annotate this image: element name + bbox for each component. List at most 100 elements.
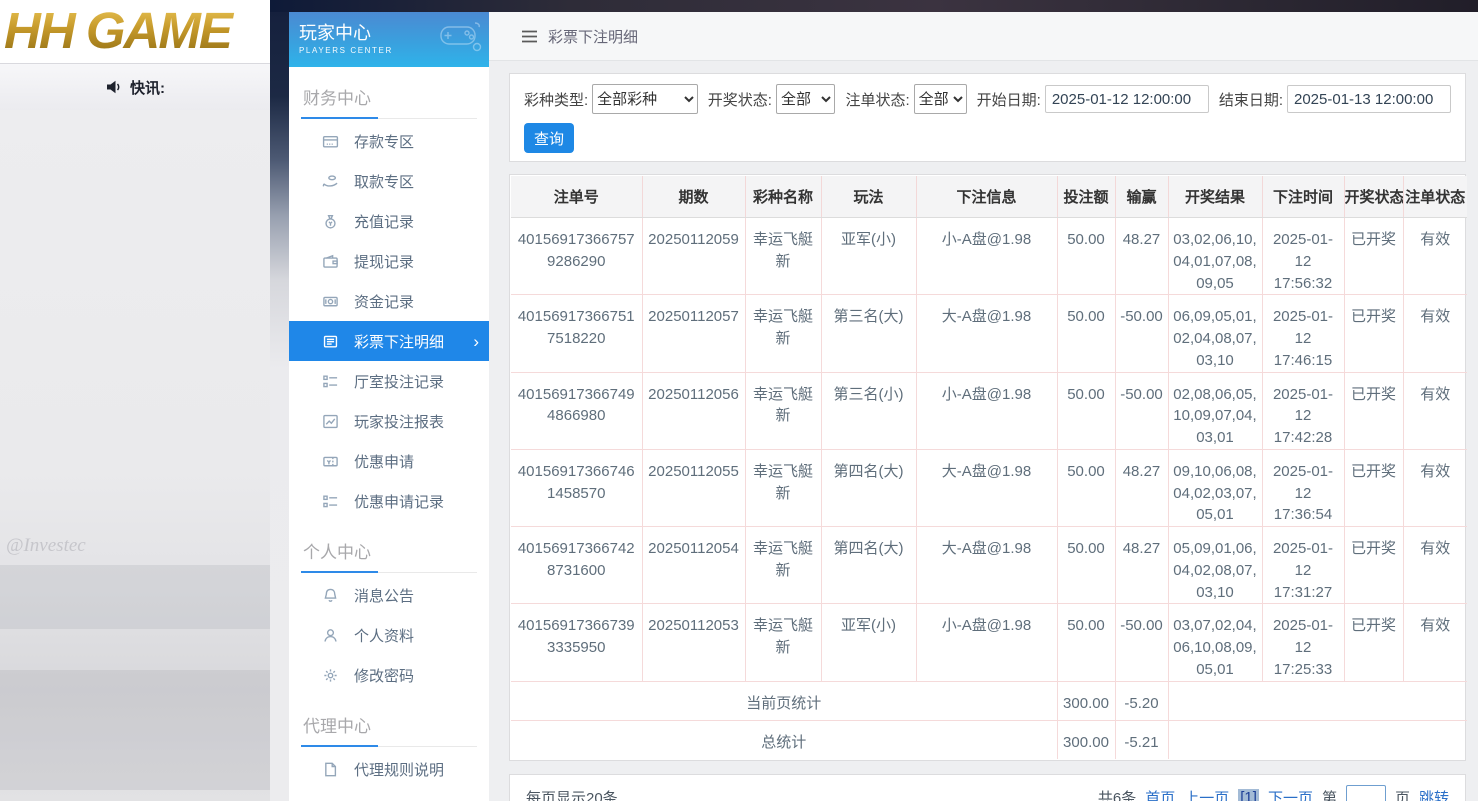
main-panel: 彩票下注明细 彩种类型: 全部彩种 开奖状态: 全部 注单状态: 全部	[489, 12, 1478, 801]
prev-page-link[interactable]: 上一页	[1184, 787, 1229, 801]
end-date-label: 结束日期:	[1219, 89, 1283, 110]
document-icon	[322, 761, 339, 778]
table-cell: 亚军(小)	[821, 604, 916, 681]
table-cell: 大-A盘@1.98	[916, 295, 1057, 372]
bets-table: 注单号期数彩种名称玩法下注信息投注额输赢开奖结果下注时间开奖状态注单状态 401…	[511, 176, 1467, 759]
table-cell: 幸运飞艇新	[745, 527, 821, 604]
table-cell: 50.00	[1057, 372, 1115, 449]
jump-label-prefix: 第	[1322, 787, 1337, 801]
sidebar-item-label: 优惠申请记录	[354, 491, 444, 512]
sidebar-item-agent-team-stats[interactable]: 代理团队统计	[289, 789, 489, 801]
filter-panel: 彩种类型: 全部彩种 开奖状态: 全部 注单状态: 全部 开始日期: 结束日期:	[509, 73, 1466, 162]
sidebar-item-label: 玩家投注报表	[354, 411, 444, 432]
table-cell: -50.00	[1115, 604, 1168, 681]
menu-icon[interactable]	[521, 30, 538, 43]
sidebar-item-recharge-records[interactable]: 充值记录	[289, 201, 489, 241]
lottery-type-select[interactable]: 全部彩种	[592, 84, 698, 114]
gear-icon	[322, 667, 339, 684]
sidebar: 玩家中心 PLAYERS CENTER 财务中心存款专区取款专区充值记录提现记录…	[289, 12, 489, 801]
table-cell: 第四名(大)	[821, 527, 916, 604]
table-cell: 幸运飞艇新	[745, 449, 821, 526]
table-row: 40156917366739333595020250112053幸运飞艇新亚军(…	[511, 604, 1467, 681]
stadium-photo: @Investec	[0, 110, 270, 801]
chevron-right-icon: ›	[473, 333, 479, 350]
table-cell: 2025-01-12 17:56:32	[1262, 218, 1344, 295]
sidebar-item-change-password[interactable]: 修改密码	[289, 655, 489, 695]
table-cell: 已开奖	[1344, 295, 1403, 372]
table-cell: 有效	[1403, 449, 1467, 526]
end-date-input[interactable]	[1287, 85, 1451, 113]
draw-status-select[interactable]: 全部	[776, 84, 836, 114]
table-row: 40156917366749486698020250112056幸运飞艇新第三名…	[511, 372, 1467, 449]
summary-label: 总统计	[511, 720, 1057, 759]
sidebar-item-messages[interactable]: 消息公告	[289, 575, 489, 615]
column-header: 彩种名称	[745, 176, 821, 218]
table-cell: 2025-01-12 17:46:15	[1262, 295, 1344, 372]
table-cell: 02,08,06,05,10,09,07,04,03,01	[1168, 372, 1262, 449]
sidebar-item-withdraw-zone[interactable]: 取款专区	[289, 161, 489, 201]
table-cell: 已开奖	[1344, 218, 1403, 295]
table-cell: 幸运飞艇新	[745, 295, 821, 372]
sidebar-item-label: 代理规则说明	[354, 759, 444, 780]
sidebar-item-promo-apply-records[interactable]: 优惠申请记录	[289, 481, 489, 521]
gamepad-icon	[437, 19, 483, 53]
summary-label: 当前页统计	[511, 681, 1057, 720]
column-header: 期数	[642, 176, 745, 218]
sidebar-item-funds-records[interactable]: 资金记录	[289, 281, 489, 321]
table-cell: 亚军(小)	[821, 218, 916, 295]
column-header: 下注时间	[1262, 176, 1344, 218]
sidebar-item-label: 个人资料	[354, 625, 414, 646]
news-label: 快讯:	[130, 77, 165, 98]
table-cell: 20250112055	[642, 449, 745, 526]
table-cell: 401569173667393335950	[511, 604, 642, 681]
column-header: 注单号	[511, 176, 642, 218]
table-cell: -50.00	[1115, 295, 1168, 372]
page-header: 彩票下注明细	[489, 12, 1478, 61]
order-status-select[interactable]: 全部	[914, 84, 967, 114]
sidebar-item-lottery-bet-details[interactable]: 彩票下注明细›	[289, 321, 489, 361]
user-icon	[322, 627, 339, 644]
sidebar-item-hall-bet-records[interactable]: 厅室投注记录	[289, 361, 489, 401]
column-header: 下注信息	[916, 176, 1057, 218]
current-page[interactable]: [1]	[1238, 789, 1259, 801]
first-page-link[interactable]: 首页	[1145, 787, 1175, 801]
table-cell: 有效	[1403, 527, 1467, 604]
table-cell: 06,09,05,01,02,04,08,07,03,10	[1168, 295, 1262, 372]
bets-table-panel: 注单号期数彩种名称玩法下注信息投注额输赢开奖结果下注时间开奖状态注单状态 401…	[509, 174, 1466, 761]
table-cell: 大-A盘@1.98	[916, 527, 1057, 604]
table-cell: 03,02,06,10,04,01,07,08,09,05	[1168, 218, 1262, 295]
sidebar-item-agent-rules[interactable]: 代理规则说明	[289, 749, 489, 789]
jump-label-suffix: 页	[1395, 787, 1410, 801]
summary-row: 总统计300.00-5.21	[511, 720, 1467, 759]
sidebar-item-player-bet-report[interactable]: 玩家投注报表	[289, 401, 489, 441]
sidebar-item-promo-apply[interactable]: 优惠申请	[289, 441, 489, 481]
table-cell: 20250112054	[642, 527, 745, 604]
sidebar-section-title: 财务中心	[301, 75, 477, 119]
table-cell: 2025-01-12 17:36:54	[1262, 449, 1344, 526]
sidebar-item-profile[interactable]: 个人资料	[289, 615, 489, 655]
sidebar-item-label: 消息公告	[354, 585, 414, 606]
next-page-link[interactable]: 下一页	[1268, 787, 1313, 801]
sidebar-item-label: 充值记录	[354, 211, 414, 232]
table-cell: 小-A盘@1.98	[916, 604, 1057, 681]
summary-empty-cell	[1168, 681, 1467, 720]
table-cell: 20250112057	[642, 295, 745, 372]
jump-button[interactable]: 跳转	[1419, 787, 1449, 801]
sidebar-item-deposit-zone[interactable]: 存款专区	[289, 121, 489, 161]
column-header: 玩法	[821, 176, 916, 218]
table-cell: 50.00	[1057, 218, 1115, 295]
content-area: 彩种类型: 全部彩种 开奖状态: 全部 注单状态: 全部 开始日期: 结束日期:	[489, 61, 1478, 801]
start-date-label: 开始日期:	[977, 89, 1041, 110]
table-cell: 50.00	[1057, 295, 1115, 372]
start-date-input[interactable]	[1045, 85, 1209, 113]
table-cell: 小-A盘@1.98	[916, 372, 1057, 449]
table-cell: 03,07,02,04,06,10,08,09,05,01	[1168, 604, 1262, 681]
table-cell: 401569173667579286290	[511, 218, 642, 295]
pager-controls: 共6条 首页 上一页 [1] 下一页 第 页 跳转	[1098, 785, 1449, 801]
page-jump-input[interactable]	[1346, 785, 1386, 801]
table-row: 40156917366757928629020250112059幸运飞艇新亚军(…	[511, 218, 1467, 295]
sidebar-item-withdraw-records[interactable]: 提现记录	[289, 241, 489, 281]
search-button[interactable]: 查询	[524, 123, 574, 153]
wallet-icon	[322, 253, 339, 270]
sidebar-nav: 财务中心存款专区取款专区充值记录提现记录资金记录彩票下注明细›厅室投注记录玩家投…	[289, 75, 489, 801]
